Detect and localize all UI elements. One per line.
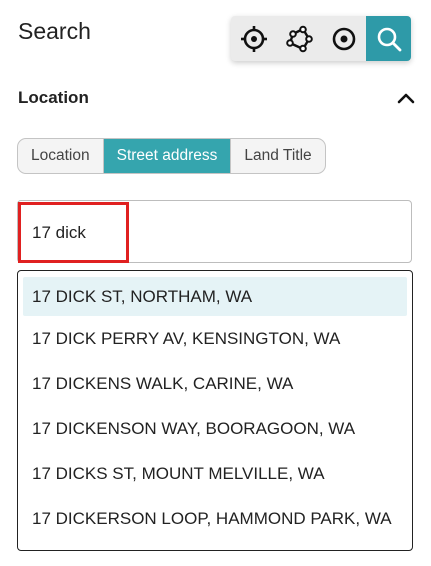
tab-street-address[interactable]: Street address: [103, 139, 232, 173]
suggestion-item[interactable]: 17 DICKENSON WAY, BOORAGOON, WA: [23, 406, 407, 451]
panel-title: Search: [18, 18, 91, 44]
polygon-draw-icon: [285, 25, 313, 52]
locate-button[interactable]: [231, 16, 276, 61]
suggestion-item[interactable]: 17 DICKENS WALK, CARINE, WA: [23, 361, 407, 406]
tab-land-title[interactable]: Land Title: [231, 139, 324, 173]
address-search-field[interactable]: [17, 200, 412, 263]
target-icon: [332, 27, 355, 50]
search-icon: [377, 27, 401, 51]
identify-point-button[interactable]: [321, 16, 366, 61]
suggestion-item[interactable]: 17 DICK ST, NORTHAM, WA: [23, 277, 407, 316]
suggestion-item[interactable]: 17 DICK PERRY AV, KENSINGTON, WA: [23, 316, 407, 361]
search-button[interactable]: [366, 16, 411, 61]
address-search-input[interactable]: [32, 223, 332, 243]
crosshair-icon: [240, 25, 267, 52]
map-toolbar: [231, 16, 411, 61]
tab-location[interactable]: Location: [18, 139, 104, 173]
draw-polygon-button[interactable]: [276, 16, 321, 61]
chevron-up-icon: [397, 93, 415, 104]
suggestion-item[interactable]: 17 DICKS ST, MOUNT MELVILLE, WA: [23, 451, 407, 496]
suggestion-item[interactable]: 17 DICKERSON LOOP, HAMMOND PARK, WA: [23, 496, 407, 541]
suggestions-dropdown: 17 DICK ST, NORTHAM, WA 17 DICK PERRY AV…: [17, 270, 413, 551]
section-title: Location: [18, 88, 89, 107]
location-section-header[interactable]: Location: [18, 86, 415, 110]
search-type-tabs: Location Street address Land Title: [17, 138, 326, 174]
